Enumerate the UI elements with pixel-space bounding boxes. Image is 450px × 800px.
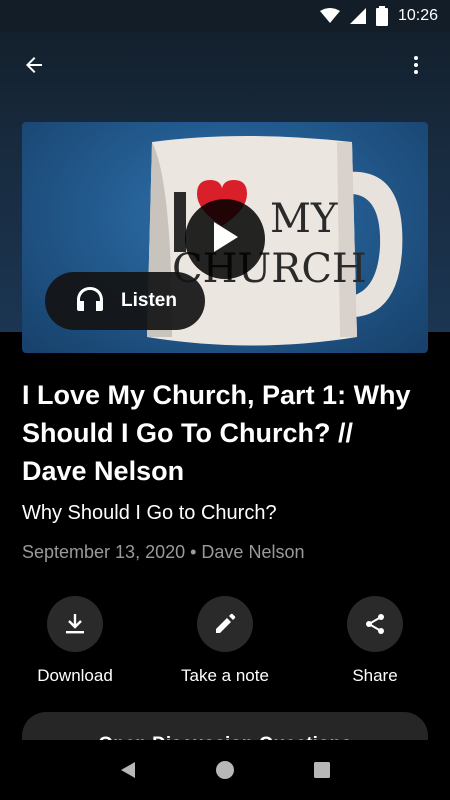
share-label: Share <box>352 666 398 685</box>
pencil-icon <box>197 596 253 652</box>
take-note-button[interactable]: Take a note <box>165 596 285 686</box>
download-icon <box>47 596 103 652</box>
play-button[interactable] <box>185 199 265 279</box>
back-arrow-icon[interactable] <box>12 43 56 87</box>
sermon-meta: September 13, 2020 • Dave Nelson <box>22 542 305 562</box>
cellular-signal-icon <box>349 8 366 24</box>
thumbnail-text-my: MY <box>270 196 338 242</box>
battery-icon <box>375 6 388 26</box>
listen-button[interactable]: Listen <box>45 272 205 330</box>
headphones-icon <box>75 285 105 318</box>
listen-label: Listen <box>121 290 177 311</box>
take-note-label: Take a note <box>181 666 269 685</box>
nav-home-icon[interactable] <box>203 748 247 792</box>
share-icon <box>347 596 403 652</box>
sermon-subtitle: Why Should I Go to Church? <box>22 502 277 524</box>
play-icon <box>210 220 240 259</box>
download-label: Download <box>37 666 113 685</box>
nav-back-icon[interactable] <box>106 748 150 792</box>
sermon-title: I Love My Church, Part 1: Why Should I G… <box>22 380 411 486</box>
wifi-icon <box>319 8 340 24</box>
system-nav-bar <box>0 740 450 800</box>
more-vert-icon[interactable] <box>394 43 438 87</box>
nav-recents-icon[interactable] <box>300 748 344 792</box>
app-bar <box>0 32 450 98</box>
status-time: 10:26 <box>397 7 438 24</box>
status-bar: 10:26 <box>0 0 450 32</box>
share-button[interactable]: Share <box>315 596 435 686</box>
download-button[interactable]: Download <box>15 596 135 686</box>
